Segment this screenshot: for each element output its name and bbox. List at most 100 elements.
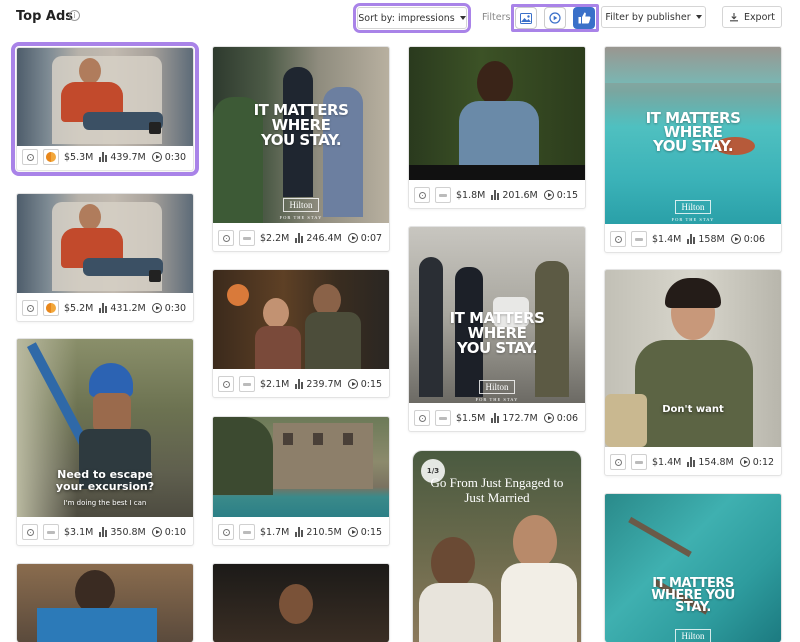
spend-value: $1.4M: [652, 233, 682, 245]
ad-card-11[interactable]: IT MATTERS WHERE YOU STAY. Hilton: [604, 493, 782, 642]
hilton-logo: Hilton: [605, 626, 781, 642]
spend-value: $1.5M: [456, 412, 486, 424]
filter-video-button[interactable]: [544, 7, 566, 29]
ad-card-3[interactable]: IT MATTERS WHERE YOU STAY. Hilton FOR THE…: [212, 46, 390, 252]
ad-thumbnail[interactable]: Need to escape your excursion? I'm doing…: [17, 339, 193, 517]
ad-overlay-headline: IT MATTERS WHERE YOU STAY.: [645, 109, 741, 155]
publisher-logo: [239, 230, 255, 246]
video-type-icon: [222, 528, 230, 536]
ad-card-9[interactable]: IT MATTERS WHERE YOU STAY. Hilton FOR THE…: [604, 46, 782, 253]
ad-card-5[interactable]: $1.7M 210.5M 0:15: [212, 416, 390, 546]
spend-value: $1.4M: [652, 456, 682, 468]
ad-overlay-headline: IT MATTERS WHERE YOU STAY.: [449, 309, 545, 357]
video-type-icon: [26, 153, 34, 161]
play-type-button[interactable]: [22, 149, 38, 165]
ad-thumbnail[interactable]: IT MATTERS WHERE YOU STAY. Hilton: [605, 494, 781, 642]
spend-value: $1.7M: [260, 526, 290, 538]
play-icon: [347, 379, 358, 389]
ad-card-0[interactable]: $5.3M 439.7M 0:30: [11, 42, 199, 176]
play-icon: [151, 527, 162, 537]
ad-card-7[interactable]: IT MATTERS WHERE YOU STAY. Hilton FOR THE…: [408, 226, 586, 432]
video-type-icon: [222, 380, 230, 388]
ad-thumbnail[interactable]: [213, 270, 389, 369]
play-type-button[interactable]: [218, 230, 234, 246]
play-type-button[interactable]: [414, 187, 430, 203]
ad-thumbnail[interactable]: 1/3 Go From Just Engaged to Just Married: [413, 451, 581, 642]
ad-card-6[interactable]: $1.8M 201.6M 0:15: [408, 46, 586, 209]
ad-thumbnail[interactable]: IT MATTERS WHERE YOU STAY. Hilton FOR THE…: [409, 227, 585, 403]
info-icon[interactable]: i: [69, 10, 80, 21]
bar-chart-icon: [491, 190, 500, 200]
spend-value: $2.2M: [260, 232, 290, 244]
brand-tagline: FOR THE STAY: [279, 215, 323, 220]
play-icon: [151, 152, 162, 162]
ad-thumbnail[interactable]: IT MATTERS WHERE YOU STAY. Hilton FOR THE…: [213, 47, 389, 223]
impressions-value: 201.6M: [502, 189, 538, 201]
ad-thumbnail[interactable]: [17, 564, 193, 642]
top-ads-header: Top Ads i Sort by: impressions Filters: …: [0, 0, 800, 36]
publisher-label: Filter by publisher: [605, 11, 691, 23]
export-label: Export: [743, 11, 776, 23]
play-type-button[interactable]: [22, 524, 38, 540]
ad-thumbnail[interactable]: Don't want: [605, 270, 781, 447]
publisher-placeholder-icon: [635, 237, 643, 241]
bar-chart-icon: [295, 379, 304, 389]
ad-thumbnail[interactable]: [213, 417, 389, 517]
impressions-value: 246.4M: [306, 232, 342, 244]
filter-image-button[interactable]: [515, 7, 537, 29]
ad-overlay-headline: IT MATTERS WHERE YOU STAY.: [253, 101, 349, 149]
play-type-button[interactable]: [610, 231, 626, 247]
ad-card-2[interactable]: Need to escape your excursion? I'm doing…: [16, 338, 194, 546]
ad-meta: $2.1M 239.7M 0:15: [213, 371, 389, 397]
publisher-logo: [239, 524, 255, 540]
publisher-placeholder-icon: [635, 460, 643, 464]
sort-label: Sort by: impressions: [358, 12, 455, 24]
play-type-button[interactable]: [414, 410, 430, 426]
ad-thumbnail[interactable]: [213, 564, 389, 642]
publisher-logo: [631, 231, 647, 247]
ad-meta: $1.7M 210.5M 0:15: [213, 519, 389, 545]
play-icon: [543, 413, 554, 423]
ad-thumbnail[interactable]: [409, 47, 585, 180]
impressions-value: 431.2M: [110, 302, 146, 314]
duration-value: 0:15: [360, 526, 383, 538]
image-icon: [520, 12, 532, 24]
video-type-icon: [26, 304, 34, 312]
ad-card-10[interactable]: Don't want $1.4M 154.8M 0:12: [604, 269, 782, 476]
spend-value: $1.8M: [456, 189, 486, 201]
impressions-value: 350.8M: [110, 526, 146, 538]
bar-chart-icon: [295, 527, 304, 537]
ad-overlay-headline: IT MATTERS WHERE YOU STAY.: [651, 576, 735, 615]
brand-tagline: FOR THE STAY: [475, 397, 519, 402]
publisher-placeholder-icon: [243, 236, 251, 240]
ad-meta: $1.5M 172.7M 0:06: [409, 405, 585, 431]
play-type-button[interactable]: [610, 454, 626, 470]
publisher-placeholder-icon: [243, 382, 251, 386]
sort-dropdown[interactable]: Sort by: impressions: [353, 3, 471, 33]
ad-card-partial-col2[interactable]: [212, 563, 390, 642]
ad-card-partial-col1[interactable]: [16, 563, 194, 642]
ad-thumbnail[interactable]: IT MATTERS WHERE YOU STAY. Hilton FOR THE…: [605, 47, 781, 224]
ad-card-1[interactable]: $5.2M 431.2M 0:30: [16, 193, 194, 322]
ad-caption: Need to escape your excursion?: [55, 468, 155, 493]
publisher-logo: [435, 410, 451, 426]
ad-subcaption: I'm doing the best I can: [63, 499, 147, 507]
play-type-button[interactable]: [218, 524, 234, 540]
ad-thumbnail[interactable]: [17, 48, 193, 146]
ad-thumbnail[interactable]: [17, 194, 193, 293]
filter-social-button[interactable]: [573, 7, 595, 29]
filters-label: Filters:: [482, 12, 514, 23]
ad-card-4[interactable]: $2.1M 239.7M 0:15: [212, 269, 390, 398]
filter-publisher-dropdown[interactable]: Filter by publisher: [601, 6, 706, 28]
publisher-logo: [435, 187, 451, 203]
impressions-value: 154.8M: [698, 456, 734, 468]
video-type-icon: [614, 235, 622, 243]
ad-meta: $5.3M 439.7M 0:30: [17, 144, 193, 170]
chevron-down-icon: [695, 15, 702, 19]
play-type-button[interactable]: [22, 300, 38, 316]
export-button[interactable]: Export: [722, 6, 782, 28]
publisher-placeholder-icon: [439, 193, 447, 197]
duration-value: 0:12: [752, 456, 775, 468]
play-type-button[interactable]: [218, 376, 234, 392]
ad-card-8[interactable]: 1/3 Go From Just Engaged to Just Married: [412, 450, 582, 642]
